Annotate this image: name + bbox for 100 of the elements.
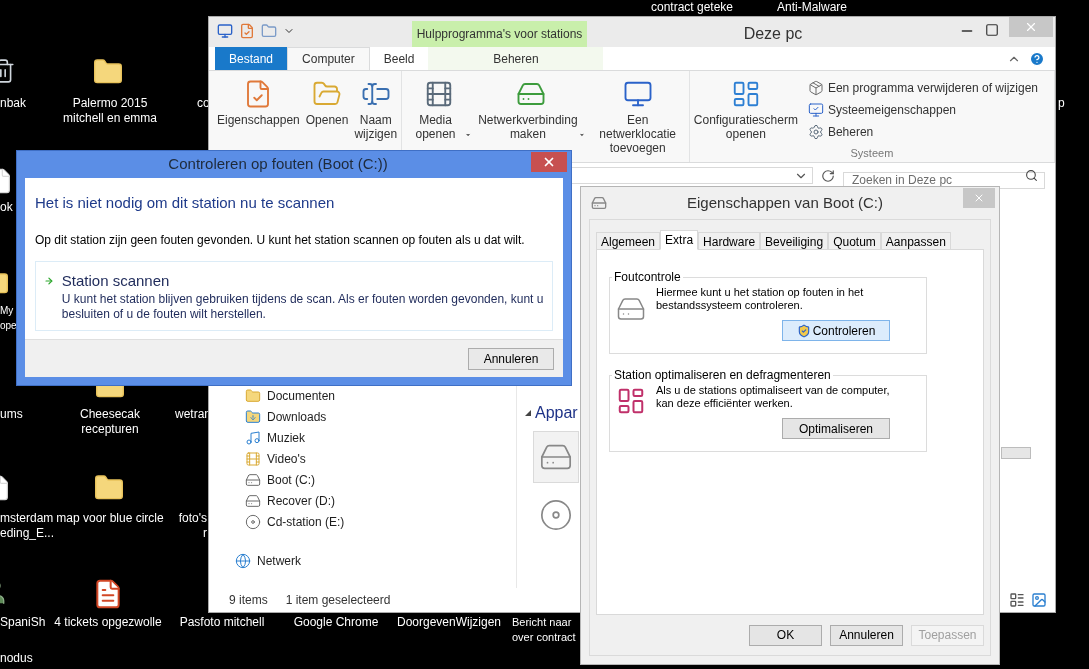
desktop-icon-label[interactable]: Bericht naar — [512, 615, 572, 630]
drive-icon — [245, 492, 261, 509]
gear-icon — [807, 124, 824, 140]
dialog-tab[interactable]: Aanpassen — [880, 232, 951, 249]
tiles-view-icon[interactable] — [1031, 592, 1047, 608]
dialog-button[interactable]: Annuleren — [830, 624, 903, 646]
ribbon-button[interactable]: Eigenschappen — [215, 79, 302, 141]
ribbon-button-label: Naam wijzigen — [354, 113, 398, 141]
drive-icon — [245, 471, 261, 488]
desktop-icon-label[interactable]: Cheesecak — [79, 407, 140, 422]
nav-item[interactable]: Muziek — [245, 427, 516, 448]
music-icon — [245, 429, 261, 446]
desktop-icon-label[interactable]: ums — [0, 407, 23, 422]
desktop-icon-label[interactable]: r — [203, 526, 207, 541]
nav-item[interactable]: Netwerk — [235, 550, 516, 571]
group-action-button[interactable]: Controleren — [782, 320, 890, 341]
group-label: Systeem — [849, 145, 895, 161]
caret-icon — [464, 131, 472, 139]
desktop-icon-label[interactable]: map voor blue circle — [56, 511, 164, 526]
ribbon-tab[interactable]: Beheren — [428, 47, 604, 70]
computer-icon[interactable] — [217, 23, 233, 39]
dialog-button[interactable]: OK — [749, 624, 822, 646]
nav-item[interactable]: Boot (C:) — [245, 469, 516, 490]
package-icon — [807, 80, 824, 96]
dialog-message: Op dit station zijn geen fouten gevonden. U kunt het station scannen op fouten als u dat wilt. — [35, 231, 526, 249]
ribbon-small-button[interactable]: Beheren — [807, 123, 1038, 141]
refresh-icon[interactable] — [821, 169, 835, 183]
desktop-icon-label[interactable]: My — [0, 303, 14, 318]
ribbon-button[interactable]: Configuratiescherm openen — [691, 79, 800, 141]
desktop-icon-label[interactable]: ok — [0, 200, 13, 215]
cancel-button[interactable]: Annuleren — [468, 347, 554, 370]
collapse-triangle-icon[interactable] — [525, 410, 531, 416]
ribbon-tab[interactable]: Computer — [287, 47, 370, 70]
command-link-title: Station scannen — [61, 270, 171, 291]
dialog-title: Controleren op fouten (Boot (C:)) — [167, 154, 389, 175]
monitor-icon — [622, 79, 653, 109]
ribbon-button[interactable]: Openen — [303, 79, 351, 141]
dialog-tab[interactable]: Hardware — [698, 232, 761, 249]
status-text: 1 item geselecteerd — [285, 592, 391, 609]
desktop-icon-label[interactable]: Pasfoto mitchell — [179, 615, 265, 630]
desktop-icon-label[interactable]: nbak — [0, 96, 27, 111]
folder-icon[interactable] — [261, 23, 277, 39]
desktop-icon-label[interactable]: foto's — [178, 511, 207, 526]
desktop-icon-label[interactable]: Palermo 2015 — [72, 96, 148, 111]
desktop-icon-label[interactable]: over contract — [512, 630, 576, 645]
desktop-icon-label[interactable]: p — [1058, 96, 1065, 111]
desktop-icon-label[interactable]: msterdam — [0, 511, 54, 526]
ribbon-small-button[interactable]: Systeemeigenschappen — [807, 101, 1038, 119]
dialog-tab[interactable]: Beveiliging — [760, 232, 829, 249]
desktop-icon-label[interactable]: contract geteke — [650, 0, 734, 15]
desktop-icon-label[interactable]: SpaniSh — [0, 615, 46, 630]
nav-item[interactable]: Documenten — [245, 385, 516, 406]
desktop-icon-label[interactable]: 4 tickets opgezwolle — [54, 615, 162, 630]
close-icon — [973, 192, 985, 204]
desktop-icon-label[interactable]: eding_E... — [0, 526, 55, 541]
properties-icon[interactable] — [239, 23, 255, 39]
ribbon-small-button[interactable]: Een programma verwijderen of wijzigen — [807, 79, 1038, 97]
ribbon-button[interactable]: Media openen — [404, 79, 474, 155]
ribbon-button[interactable]: Naam wijzigen — [352, 79, 400, 141]
dialog-tab[interactable]: Algemeen — [596, 232, 661, 249]
desktop-icon-label[interactable]: Anti-Malware — [777, 0, 847, 15]
drive-icon — [591, 195, 607, 211]
ribbon-button[interactable]: Netwerkverbinding maken — [475, 79, 587, 155]
desktop-icon-label[interactable]: DoorgevenWijzigen — [396, 615, 502, 630]
desktop-icon-label[interactable]: mitchell en emma — [63, 111, 157, 126]
nav-item[interactable]: Video's — [245, 448, 516, 469]
film-icon — [245, 450, 261, 467]
ribbon-tab[interactable]: Beeld — [369, 47, 429, 70]
desktop-icon-label[interactable]: nodus — [0, 651, 33, 666]
desktop-icon-label[interactable]: ope — [0, 318, 17, 333]
desktop-icon-label[interactable]: recepturen — [81, 422, 139, 437]
group-action-button[interactable]: Optimaliseren — [782, 418, 890, 439]
search-field[interactable]: Zoeken in Deze pc — [843, 171, 1045, 189]
monitor-icon — [807, 102, 824, 118]
command-link[interactable]: Station scannen U kunt het station blijven gebruiken tijdens de scan. Als er fouten worden gevonden, kunt u besluiten of u de fouten wilt herstellen. — [35, 260, 553, 331]
ribbon-button-label: Een netwerklocatie toevoegen — [598, 113, 678, 155]
help-icon[interactable] — [1029, 50, 1045, 67]
globe-icon — [235, 552, 251, 569]
group-legend: Station optimaliseren en defragmenteren — [612, 366, 833, 384]
dialog-tab[interactable]: Extra — [660, 230, 699, 250]
folder-icon — [245, 408, 261, 425]
details-view-icon[interactable] — [1009, 592, 1025, 608]
section-heading: Appar — [535, 403, 578, 423]
maximize-button[interactable] — [985, 23, 999, 37]
close-button[interactable] — [531, 151, 567, 172]
nav-item[interactable]: Cd-station (E:) — [245, 511, 516, 532]
ribbon-button[interactable]: Een netwerklocatie toevoegen — [588, 79, 687, 155]
search-icon — [1025, 169, 1038, 182]
nav-item[interactable]: Downloads — [245, 406, 516, 427]
ribbon-button-label: Media openen — [414, 113, 457, 141]
ribbon-tab[interactable]: Bestand — [215, 47, 288, 70]
ribbon-button-label: Eigenschappen — [217, 113, 300, 127]
desktop-icon-label[interactable]: Google Chrome — [293, 615, 379, 630]
status-text: 9 items — [229, 592, 268, 609]
device-tile[interactable] — [533, 431, 579, 483]
dialog-tab[interactable]: Quotum — [828, 232, 881, 249]
nav-item[interactable]: Recover (D:) — [245, 490, 516, 511]
ribbon-button-label: Netwerkverbinding maken — [477, 113, 579, 141]
command-link-description: U kunt het station blijven gebruiken tijdens de scan. Als er fouten worden gevonden, kunt u besluiten of u de fouten wilt herstellen. — [61, 292, 544, 322]
ribbon-button-label: Configuratiescherm openen — [693, 113, 798, 141]
